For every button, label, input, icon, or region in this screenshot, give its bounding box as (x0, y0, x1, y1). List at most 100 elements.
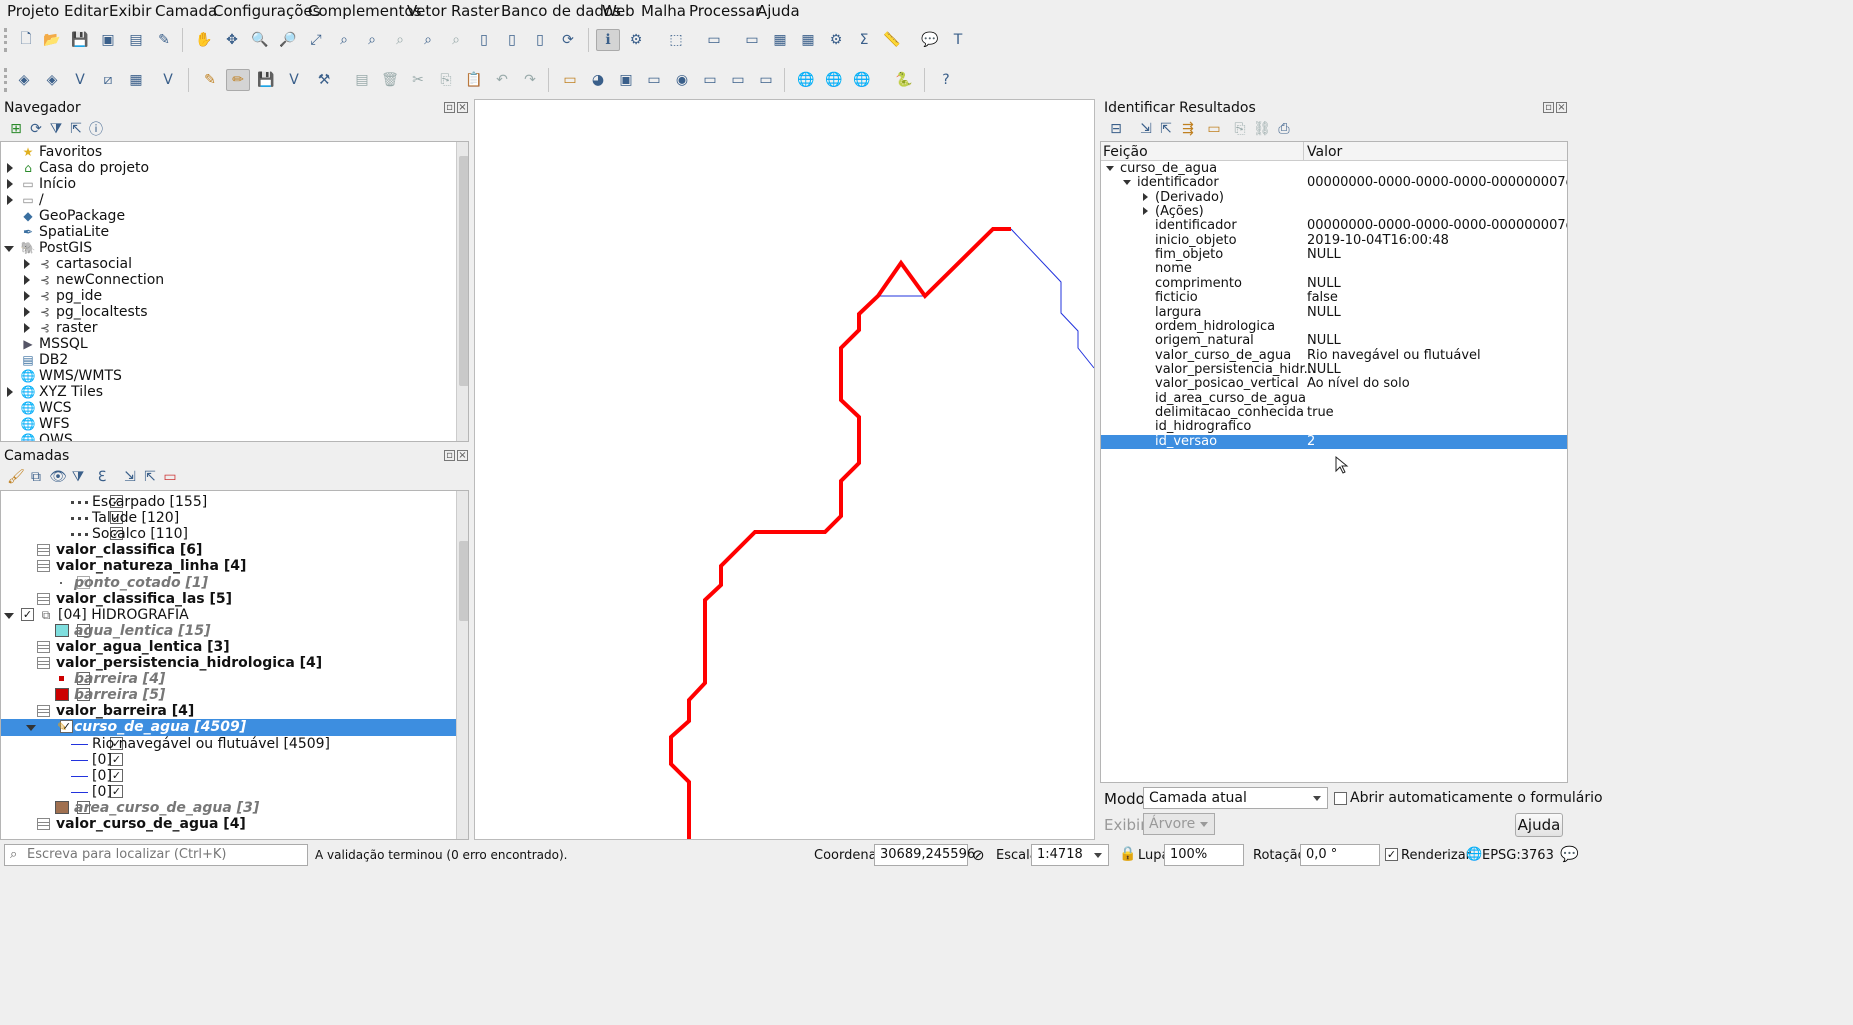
layer-diagram-icon[interactable]: ◕ (586, 69, 610, 91)
result-row[interactable]: comprimento NULL (1101, 276, 1567, 291)
new-project-icon[interactable]: 🗋 (14, 29, 38, 51)
navigator-item[interactable]: 🐘 PostGIS (1, 240, 456, 256)
collapsed-arrow-icon[interactable] (24, 275, 30, 285)
scale-select[interactable]: 1:4718 (1031, 844, 1109, 866)
map-canvas[interactable] (474, 99, 1095, 840)
navigator-item[interactable]: ⊰ raster (1, 320, 456, 336)
expanded-arrow-icon[interactable] (26, 725, 36, 732)
navigator-item[interactable]: ▭ / (1, 192, 456, 208)
help-icon[interactable]: ? (934, 69, 958, 91)
expanded-arrow-icon[interactable] (4, 612, 14, 619)
collapsed-arrow-icon[interactable] (24, 291, 30, 301)
layer-item[interactable]: barreira [4] (1, 671, 456, 687)
new-map-view-icon[interactable]: ▯ (472, 29, 496, 51)
menu-4[interactable]: Configurações (213, 2, 320, 20)
menu-5[interactable]: Complementos (308, 2, 421, 20)
result-row[interactable]: valor_persistencia_hidr... NULL (1101, 362, 1567, 377)
result-row[interactable]: id_versao 2 (1101, 434, 1567, 449)
messages-icon[interactable]: 💬 (1560, 845, 1579, 863)
result-row[interactable]: origem_natural NULL (1101, 334, 1567, 348)
rotate-label-icon[interactable]: ▭ (726, 69, 750, 91)
layer-visibility-checkbox[interactable]: ✓ (110, 752, 123, 766)
result-row[interactable]: valor_posicao_vertical Ao nível do solo (1101, 377, 1567, 391)
text-annotation-icon[interactable]: T (946, 29, 970, 51)
undo-icon[interactable]: ↶ (490, 69, 514, 91)
menu-0[interactable]: Projeto (7, 2, 59, 20)
layer-item[interactable]: ✓ Escarpado [155] (1, 494, 456, 510)
navigator-item[interactable]: 🌐 XYZ Tiles (1, 384, 456, 400)
add-group-icon[interactable]: ⧉ (24, 466, 48, 488)
copy-feature-icon[interactable]: ⎘ (1228, 118, 1252, 140)
float-panel-icon[interactable]: ▫ (444, 102, 455, 113)
show-hide-labels-icon[interactable]: ◉ (670, 69, 694, 91)
layer-visibility-checkbox[interactable]: ✓ (21, 607, 34, 621)
menu-3[interactable]: Camada (155, 2, 217, 20)
cut-features-icon[interactable]: ✂ (406, 69, 430, 91)
navigator-scrollbar[interactable] (456, 142, 468, 441)
expand-all-results-icon[interactable]: ⇶ (1176, 118, 1200, 140)
layer-item[interactable]: ✓ Rio navegável ou flutuável [4509] (1, 736, 456, 752)
layer-item[interactable]: ✓ [0] (1, 784, 456, 800)
menu-6[interactable]: Vetor (407, 2, 447, 20)
result-row[interactable]: id_hidrografico (1101, 420, 1567, 434)
expanded-arrow-icon[interactable] (1123, 180, 1131, 186)
result-row[interactable]: ficticio false (1101, 291, 1567, 305)
layer-visibility-checkbox[interactable]: ✓ (110, 784, 123, 798)
filter-legend-icon[interactable]: ⧩ (66, 466, 90, 488)
collapsed-arrow-icon[interactable] (24, 259, 30, 269)
deselect-all-icon[interactable]: ▭ (740, 29, 764, 51)
pan-to-selection-icon[interactable]: ✥ (220, 29, 244, 51)
result-row[interactable]: (Derivado) (1101, 190, 1567, 205)
clear-results-icon[interactable]: ▭ (1202, 118, 1226, 140)
data-source-manager-icon[interactable]: ◈ (12, 69, 36, 91)
properties-icon[interactable]: ⓘ (84, 118, 108, 140)
field-calculator-icon[interactable]: ▦ (796, 29, 820, 51)
result-row[interactable]: (Ações) (1101, 205, 1567, 219)
result-row[interactable]: valor_curso_de_agua Rio navegável ou flut… (1101, 348, 1567, 363)
navigator-item[interactable]: ▤ DB2 (1, 352, 456, 368)
zoom-in-icon[interactable]: 🔍 (248, 29, 272, 51)
delete-selected-icon[interactable]: 🗑 (378, 69, 402, 91)
processing-toolbox-icon[interactable]: ⚙ (824, 29, 848, 51)
menu-1[interactable]: Editar (64, 2, 108, 20)
close-panel-icon[interactable]: × (457, 450, 468, 461)
menu-11[interactable]: Processar (689, 2, 761, 20)
navigator-item[interactable]: ▭ Início (1, 176, 456, 192)
result-row[interactable]: delimitacao_conhecida true (1101, 405, 1567, 420)
select-features-icon[interactable]: ⬚ (664, 29, 688, 51)
new-bookmark-icon[interactable]: ▯ (500, 29, 524, 51)
run-feature-action-icon[interactable]: ⚙ (624, 29, 648, 51)
layer-item[interactable]: valor_classifica_las [5] (1, 591, 456, 607)
web-tools-icon[interactable]: 🌐 (850, 69, 874, 91)
expanded-arrow-icon[interactable] (4, 246, 14, 252)
statistical-summary-icon[interactable]: Σ (852, 29, 876, 51)
vertex-tool-icon[interactable]: ⚒ (312, 69, 336, 91)
attribute-table-icon[interactable]: ▦ (768, 29, 792, 51)
column-value-header[interactable]: Valor (1307, 144, 1342, 160)
zoom-next-icon[interactable]: ⌕ (444, 29, 468, 51)
scrollbar-thumb[interactable] (459, 541, 468, 621)
navigator-item[interactable]: ★ Favoritos (1, 144, 456, 160)
layer-item[interactable]: valor_natureza_linha [4] (1, 558, 456, 574)
navigator-item[interactable]: 🌐 WCS (1, 400, 456, 416)
scrollbar-thumb[interactable] (459, 156, 468, 386)
layer-item[interactable]: ✓ ponto_cotado [1] (1, 575, 456, 591)
new-geopackage-layer-icon[interactable]: ◈ (40, 69, 64, 91)
menu-2[interactable]: Exibir (109, 2, 151, 20)
layer-item[interactable]: ✓ [0] (1, 768, 456, 784)
layer-item[interactable]: ✓ ✎ curso_de_agua [4509] (1, 719, 456, 737)
metasearch-icon[interactable]: 🌐 (794, 69, 818, 91)
map-tips-icon[interactable]: 💬 (918, 29, 942, 51)
rotation-field[interactable]: 0,0 ° (1300, 844, 1380, 866)
magnifier-field[interactable]: 100% (1164, 844, 1244, 866)
measure-line-icon[interactable]: 📏 (880, 29, 904, 51)
print-results-icon[interactable]: ⎙ (1272, 118, 1296, 140)
result-row[interactable]: largura NULL (1101, 305, 1567, 320)
layer-item[interactable]: ✓ Talude [120] (1, 510, 456, 526)
layer-item[interactable]: valor_barreira [4] (1, 703, 456, 719)
render-checkbox[interactable]: ✓ (1385, 848, 1398, 861)
redo-icon[interactable]: ↷ (518, 69, 542, 91)
float-panel-icon[interactable]: ▫ (1543, 102, 1554, 113)
layer-item[interactable]: area_curso_de_agua [3] (1, 800, 456, 816)
result-row[interactable]: ordem_hidrologica (1101, 319, 1567, 334)
